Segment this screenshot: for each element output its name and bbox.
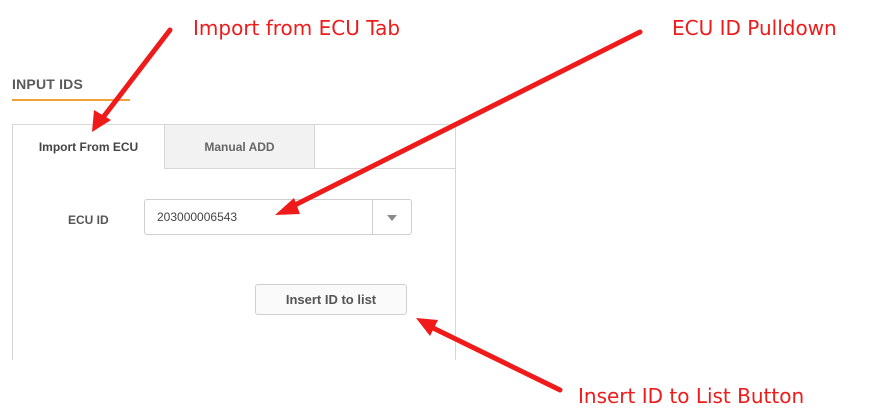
ecu-id-pulldown[interactable]: 203000006543 — [144, 199, 412, 235]
ecu-id-selected-value: 203000006543 — [157, 210, 238, 224]
annotation-insert-button: Insert ID to List Button — [578, 384, 805, 408]
input-ids-panel: Import From ECU Manual ADD ECU ID 203000… — [12, 124, 456, 360]
section-title: INPUT IDS — [12, 76, 84, 92]
tab-manual-add[interactable]: Manual ADD — [165, 125, 315, 169]
tab-bar-filler — [315, 125, 455, 169]
caret-down-icon — [387, 208, 397, 226]
annotation-import-tab: Import from ECU Tab — [193, 16, 401, 40]
arrow-to-tab — [92, 27, 173, 132]
section-title-underline — [12, 99, 130, 101]
tab-bar: Import From ECU Manual ADD — [13, 125, 455, 169]
insert-id-to-list-button[interactable]: Insert ID to list — [255, 284, 407, 315]
pulldown-toggle[interactable] — [372, 200, 411, 234]
annotation-ecu-pulldown: ECU ID Pulldown — [672, 16, 837, 40]
ecu-id-label: ECU ID — [68, 213, 109, 227]
tab-import-from-ecu[interactable]: Import From ECU — [13, 125, 165, 169]
